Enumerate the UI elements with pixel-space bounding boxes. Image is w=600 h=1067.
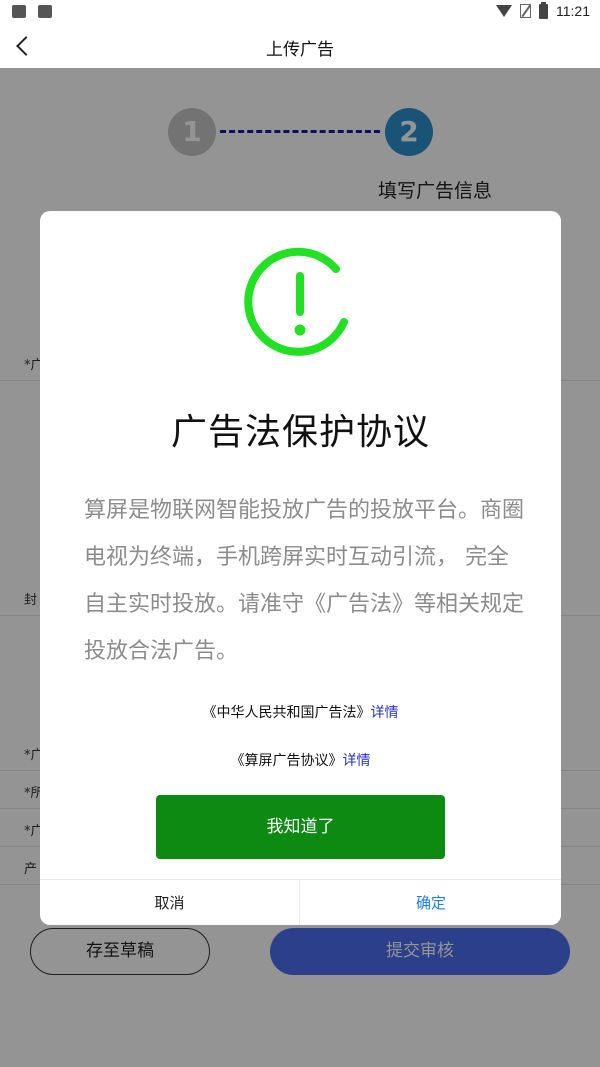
no-sim-icon: [520, 4, 531, 18]
exclamation-circle-icon: [244, 247, 348, 356]
status-bar: 11:21: [0, 0, 600, 24]
battery-icon: [539, 1, 548, 19]
law-link-agreement: 《算屏广告协议》详情: [40, 750, 561, 770]
wifi-icon: [496, 5, 512, 17]
ad-law-agreement-dialog: 广告法保护协议 算屏是物联网智能投放广告的投放平台。商圈电视为终端，手机跨屏实时…: [40, 211, 561, 925]
notification-icons: [12, 5, 52, 18]
page-title: 上传广告: [266, 40, 334, 60]
law-link-detail[interactable]: 详情: [343, 753, 371, 769]
nav-bar: 上传广告: [0, 24, 600, 68]
law-link-advertising-law: 《中华人民共和国广告法》详情: [40, 702, 561, 722]
law-link-detail[interactable]: 详情: [371, 705, 399, 721]
app-notification-icon: [38, 5, 52, 18]
acknowledge-button[interactable]: 我知道了: [156, 795, 445, 859]
dialog-footer: 取消 确定: [40, 879, 561, 925]
cancel-button[interactable]: 取消: [40, 880, 300, 925]
law-link-name: 《中华人民共和国广告法》: [202, 705, 371, 721]
confirm-button[interactable]: 确定: [301, 880, 561, 925]
clock: 11:21: [556, 3, 590, 19]
system-icons: 11:21: [496, 1, 590, 19]
dialog-body: 算屏是物联网智能投放广告的投放平台。商圈电视为终端，手机跨屏实时互动引流， 完全…: [84, 498, 525, 664]
image-notification-icon: [12, 5, 26, 18]
law-link-name: 《算屏广告协议》: [230, 753, 343, 769]
dialog-title: 广告法保护协议: [170, 412, 430, 453]
